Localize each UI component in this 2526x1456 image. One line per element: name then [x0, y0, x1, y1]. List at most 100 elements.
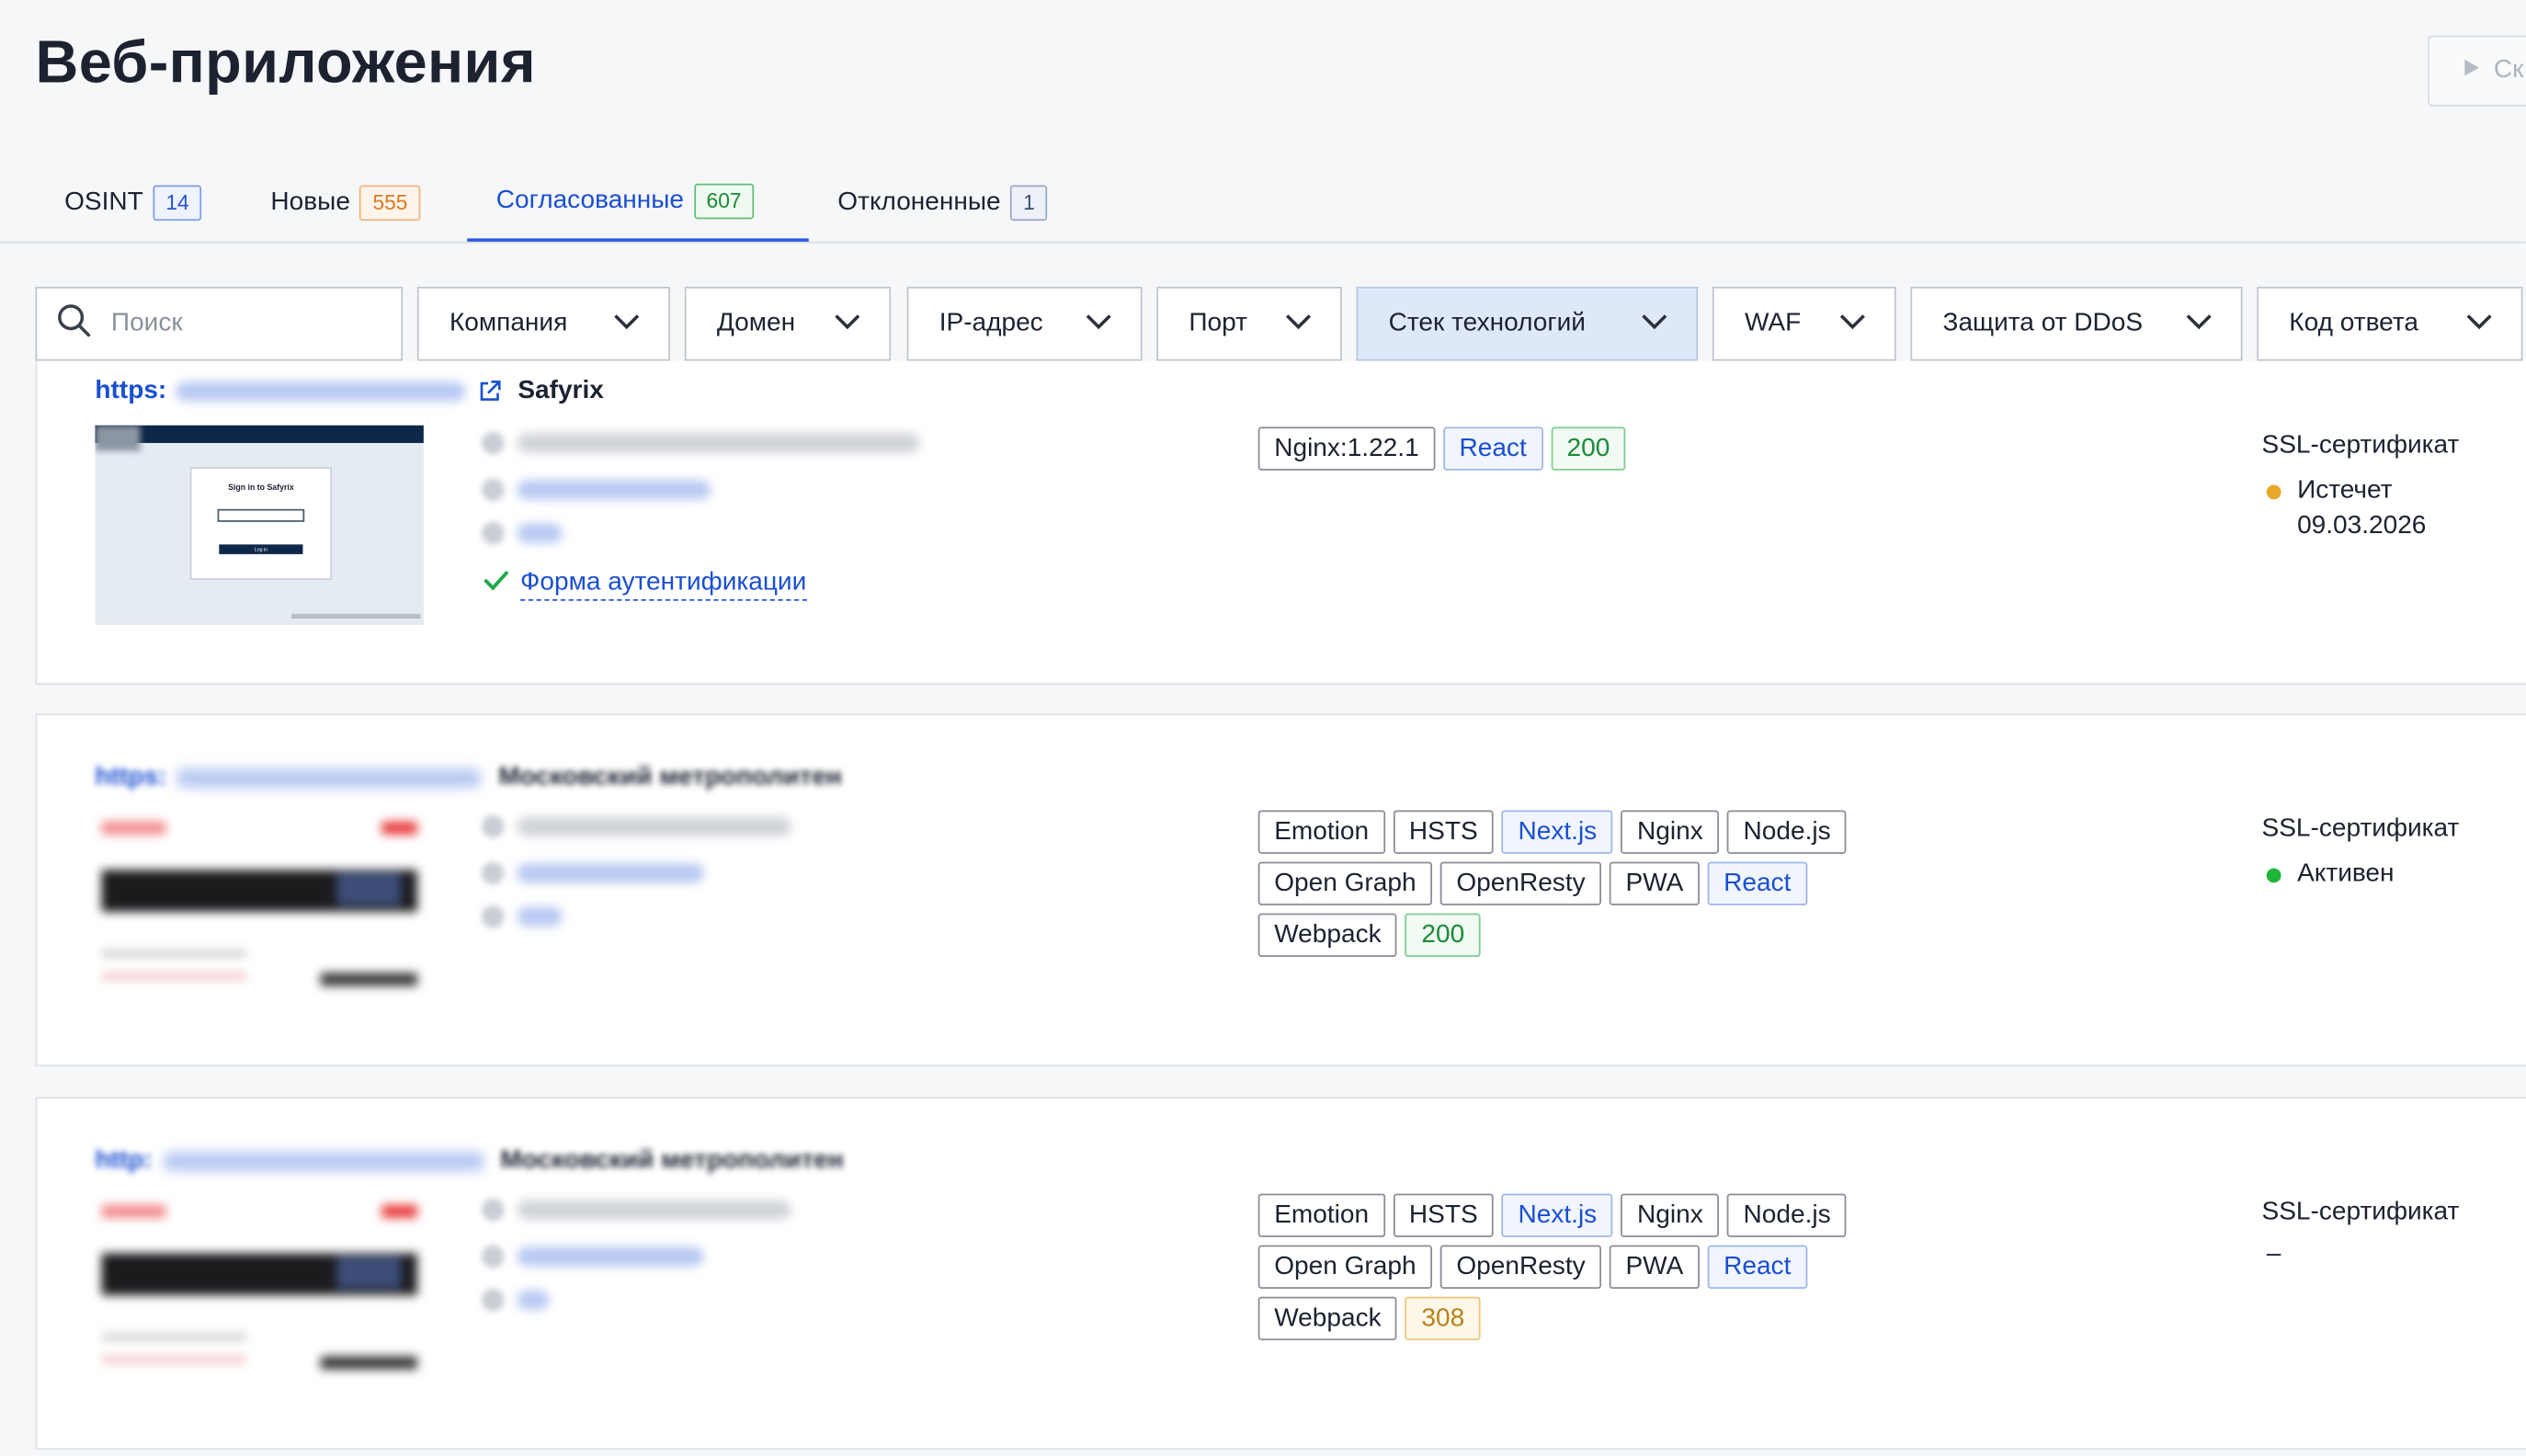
port-redacted	[517, 523, 563, 543]
tab-label: Отклоненные	[837, 188, 1001, 215]
filter-company[interactable]: Компания	[416, 286, 671, 361]
filter-label: IP-адрес	[939, 309, 1043, 337]
ssl-info: SSL-сертификат Активен	[2262, 812, 2460, 893]
company-name: Safyrix	[518, 377, 604, 404]
filter-tech-stack[interactable]: Стек технологий	[1356, 286, 1699, 361]
filter-port[interactable]: Порт	[1156, 286, 1342, 361]
app-url-line: http: Московский метрополитен	[95, 1147, 843, 1177]
company-redacted	[517, 816, 791, 836]
thumb-title: Sign in to Safyrix	[228, 483, 294, 494]
meta-company	[481, 431, 920, 455]
response-code-tag[interactable]: 200	[1405, 913, 1481, 957]
screenshot-thumbnail[interactable]	[95, 1195, 424, 1395]
tech-tag[interactable]: Node.js	[1727, 810, 1848, 854]
app-url[interactable]: http:	[95, 1147, 152, 1177]
filter-bar: Компания Домен IP-адрес Порт Стек технол…	[0, 286, 2526, 361]
tech-tag[interactable]: Webpack	[1257, 1296, 1398, 1341]
response-code-tag[interactable]: 308	[1405, 1296, 1481, 1341]
app-url-line: https: Safyrix	[95, 377, 603, 406]
scan-button-label: Ск	[2493, 56, 2524, 85]
chevron-down-icon	[1839, 309, 1865, 338]
auth-form-link[interactable]: Форма аутентификации	[520, 567, 807, 601]
meta-ip	[481, 478, 711, 502]
tab-rejected[interactable]: Отклоненные 1	[837, 163, 1048, 242]
tech-tag[interactable]: Nginx	[1621, 810, 1720, 854]
ip-redacted	[517, 1246, 704, 1267]
url-redacted	[176, 381, 467, 402]
chevron-down-icon	[614, 309, 640, 338]
chevron-down-icon	[1285, 309, 1312, 338]
meta-port	[481, 521, 563, 545]
tech-tag[interactable]: HSTS	[1393, 1193, 1495, 1237]
tech-tag[interactable]: OpenResty	[1439, 861, 1602, 905]
chevron-down-icon	[835, 309, 860, 338]
response-code-tag[interactable]: 200	[1551, 427, 1626, 471]
app-root: Веб-приложения Ск OSINT 14 Новые 555 Сог…	[0, 0, 2526, 1456]
meta-company	[481, 814, 791, 838]
page-title: Веб-приложения	[35, 28, 536, 96]
tab-osint[interactable]: OSINT 14	[64, 163, 202, 242]
filter-label: Домен	[716, 309, 796, 337]
tab-label: Согласованные	[495, 186, 685, 214]
tech-tag[interactable]: Next.js	[1501, 810, 1613, 854]
app-url-line: https: Московский метрополитен	[95, 764, 841, 793]
building-icon	[481, 1198, 505, 1222]
filter-ddos[interactable]: Защита от DDoS	[1910, 286, 2243, 361]
tech-tag[interactable]: HSTS	[1393, 810, 1495, 854]
meta-company	[481, 1198, 791, 1222]
company-name: Московский метрополитен	[498, 763, 842, 791]
tech-tag[interactable]: Emotion	[1257, 810, 1385, 854]
screenshot-thumbnail[interactable]: Sign in to Safyrix Log in	[95, 425, 424, 625]
tab-count-badge: 555	[359, 184, 421, 221]
auth-form-indicator: Форма аутентификации	[482, 567, 807, 601]
filter-label: Код ответа	[2289, 309, 2418, 337]
chevron-down-icon	[1086, 309, 1111, 338]
ssl-title: SSL-сертификат	[2261, 1198, 2460, 1226]
app-card: https: Safyrix Sign in to Safyrix Log in	[35, 360, 2526, 685]
tech-tag[interactable]: Nginx:1.22.1	[1257, 427, 1436, 471]
filter-domain[interactable]: Домен	[684, 286, 892, 361]
tab-new[interactable]: Новые 555	[270, 163, 421, 242]
search-icon	[56, 302, 92, 346]
tech-tag[interactable]: Emotion	[1257, 1193, 1385, 1237]
scan-button[interactable]: Ск	[2428, 35, 2526, 107]
url-redacted	[176, 768, 483, 788]
ssl-info: SSL-сертификат –	[2262, 1195, 2460, 1272]
tech-tag[interactable]: PWA	[1609, 1245, 1700, 1289]
screenshot-thumbnail[interactable]	[95, 812, 424, 1012]
tech-tag[interactable]: Next.js	[1501, 1193, 1613, 1237]
tech-tag[interactable]: Nginx	[1621, 1193, 1720, 1237]
tech-tag[interactable]: Node.js	[1727, 1193, 1848, 1237]
filter-label: Защита от DDoS	[1942, 309, 2144, 337]
chevron-down-icon	[2466, 309, 2492, 338]
login-form-preview: Sign in to Safyrix Log in	[189, 467, 333, 580]
tech-tag[interactable]: React	[1707, 1245, 1807, 1289]
user-icon	[481, 904, 505, 928]
tab-label: OSINT	[64, 188, 143, 215]
tab-approved[interactable]: Согласованные 607	[467, 163, 809, 242]
filter-ip[interactable]: IP-адрес	[906, 286, 1143, 361]
filter-label: Компания	[449, 309, 568, 337]
port-redacted	[517, 1290, 550, 1310]
app-url[interactable]: https:	[95, 377, 166, 406]
app-url[interactable]: https:	[95, 764, 166, 793]
tech-tag[interactable]: OpenResty	[1439, 1245, 1602, 1289]
tech-tag[interactable]: Webpack	[1257, 913, 1398, 957]
tech-tag[interactable]: React	[1707, 861, 1807, 905]
tech-tag[interactable]: PWA	[1609, 861, 1700, 905]
tech-tag[interactable]: React	[1442, 427, 1543, 471]
tech-tag[interactable]: Open Graph	[1257, 861, 1433, 905]
check-icon	[482, 569, 511, 599]
tech-tag[interactable]: Open Graph	[1257, 1245, 1433, 1289]
tab-count-badge: 1	[1010, 184, 1048, 221]
filter-response-code[interactable]: Код ответа	[2257, 286, 2523, 361]
ssl-info: SSL-сертификат Истечет 09.03.2026	[2262, 428, 2460, 544]
search-input[interactable]	[108, 307, 372, 340]
thumb-login-button: Log in	[219, 544, 303, 554]
company-redacted	[517, 1200, 791, 1220]
filter-waf[interactable]: WAF	[1712, 286, 1896, 361]
external-link-icon[interactable]	[479, 381, 502, 404]
filter-label: Порт	[1189, 309, 1247, 337]
ip-redacted	[517, 480, 711, 500]
meta-port	[481, 904, 563, 928]
